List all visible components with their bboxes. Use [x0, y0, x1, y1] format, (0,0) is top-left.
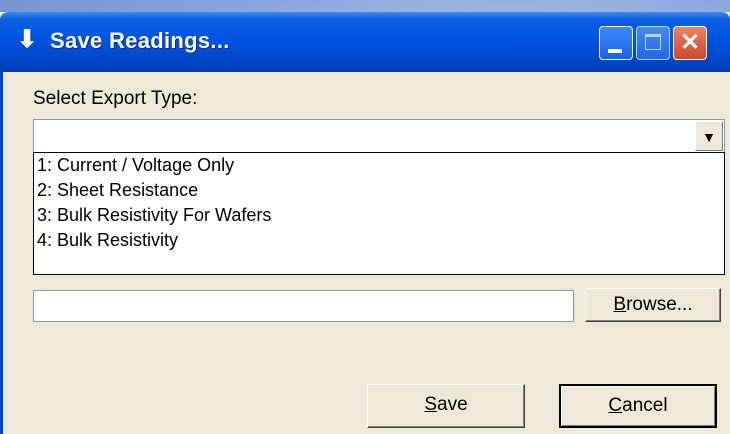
browse-button[interactable]: Browse... — [585, 288, 721, 322]
browse-label: rowse... — [626, 294, 693, 315]
save-button[interactable]: Save — [367, 384, 525, 428]
export-type-dropdown-list: 1: Current / Voltage Only 2: Sheet Resis… — [33, 152, 725, 275]
export-option-current-voltage[interactable]: 1: Current / Voltage Only — [37, 153, 234, 178]
file-path-field[interactable] — [33, 290, 574, 322]
export-option-sheet-resistance[interactable]: 2: Sheet Resistance — [37, 178, 198, 203]
maximize-icon — [645, 34, 661, 50]
cancel-access-key: C — [608, 395, 623, 416]
save-label: ave — [437, 394, 468, 415]
save-access-key: S — [424, 394, 438, 415]
title-bar[interactable]: ⬇ Save Readings... ✕ — [0, 12, 730, 72]
browse-access-key: B — [613, 294, 627, 315]
chevron-down-icon: ▼ — [702, 129, 716, 145]
maximize-button[interactable] — [636, 26, 670, 60]
save-readings-dialog: ⬇ Save Readings... ✕ Select Export Type:… — [0, 12, 730, 434]
window-title: Save Readings... — [50, 28, 230, 53]
dialog-body: Select Export Type: ▼ 1: Current / Volta… — [0, 72, 730, 434]
export-option-bulk-resistivity[interactable]: 4: Bulk Resistivity — [37, 228, 178, 253]
export-option-bulk-resistivity-wafers[interactable]: 3: Bulk Resistivity For Wafers — [37, 203, 271, 228]
dropdown-arrow-button[interactable]: ▼ — [695, 121, 723, 151]
cancel-label: ancel — [622, 395, 668, 416]
minimize-icon — [608, 49, 622, 53]
export-type-select[interactable]: ▼ — [33, 119, 725, 153]
minimize-button[interactable] — [599, 26, 633, 60]
down-arrow-icon: ⬇ — [16, 26, 38, 53]
cancel-button[interactable]: Cancel — [559, 384, 717, 428]
close-icon: ✕ — [679, 29, 701, 56]
close-button[interactable]: ✕ — [673, 26, 707, 60]
export-type-label: Select Export Type: — [33, 88, 198, 109]
